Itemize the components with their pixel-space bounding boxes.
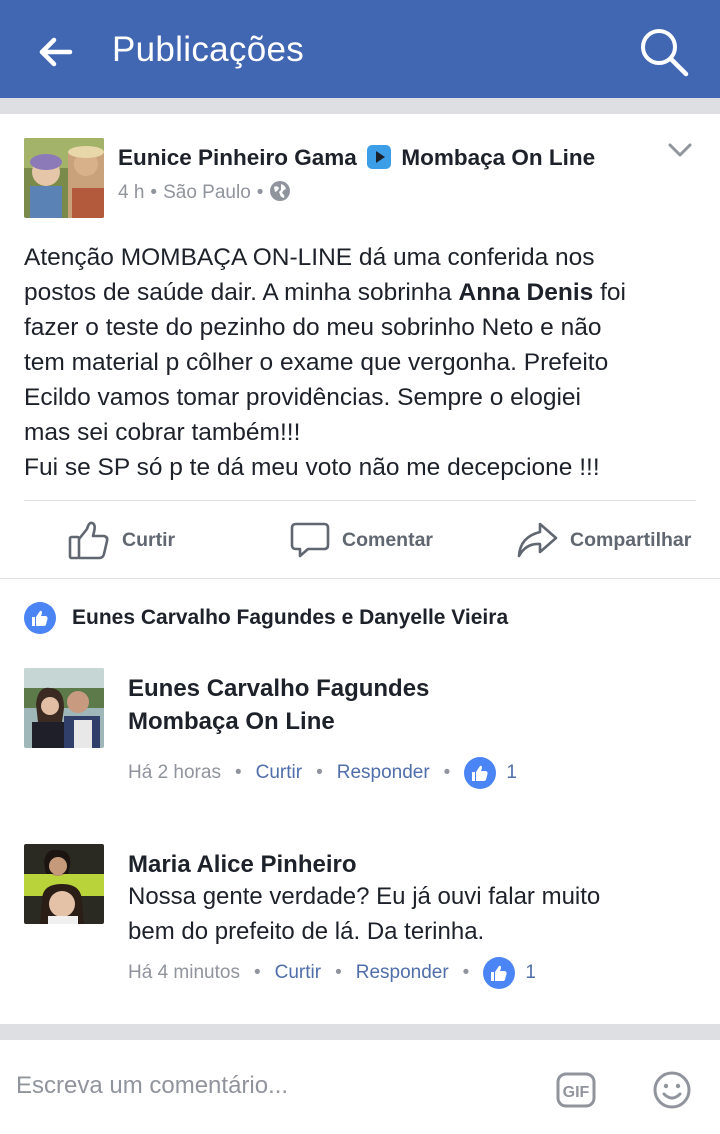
tagged-person[interactable]: Anna Denis xyxy=(459,279,594,306)
like-reaction-icon xyxy=(24,602,56,634)
post-line: Ecildo vamos tomar providências. Sempre … xyxy=(24,384,581,411)
commenter-avatar[interactable] xyxy=(24,844,104,924)
post-meta: 4 h • São Paulo • xyxy=(118,180,291,204)
comment-text: Nossa gente verdade? Eu já ouvi falar mu… xyxy=(128,883,601,910)
gif-icon[interactable]: GIF xyxy=(556,1070,596,1110)
page-title: Publicações xyxy=(112,30,305,69)
comment-meta: Há 2 horas • Curtir • Responder • 1 xyxy=(128,756,517,790)
share-label: Compartilhar xyxy=(570,528,692,551)
post-line: postos de saúde dair. A minha sobrinha A… xyxy=(24,279,626,306)
divider xyxy=(0,578,720,579)
like-button[interactable]: Curtir xyxy=(68,516,175,564)
comment-like-count[interactable]: 1 xyxy=(506,762,517,784)
comment-meta: Há 4 minutos • Curtir • Responder • 1 xyxy=(128,956,536,990)
comment-time: Há 2 horas xyxy=(128,762,221,783)
comment-author[interactable]: Eunes Carvalho Fagundes xyxy=(128,672,429,705)
comment-like-link[interactable]: Curtir xyxy=(275,962,321,984)
target-page-name[interactable]: Mombaça On Line xyxy=(401,145,595,170)
thumbs-up-icon xyxy=(68,521,109,560)
post-line: Atenção MOMBAÇA ON-LINE dá uma conferida… xyxy=(24,244,595,271)
top-app-bar: Publicações xyxy=(0,0,720,98)
emoji-smile-icon[interactable] xyxy=(652,1070,692,1110)
share-button[interactable]: Compartilhar xyxy=(516,516,691,564)
comment-input[interactable]: Escreva um comentário... xyxy=(16,1072,288,1100)
commenter-avatar[interactable] xyxy=(24,668,104,748)
post-line: Fui se SP só p te dá meu voto não me dec… xyxy=(24,454,600,481)
comment-label: Comentar xyxy=(342,528,434,551)
bottom-separator xyxy=(0,1024,720,1040)
comment-tagged-page[interactable]: Mombaça On Line xyxy=(128,704,335,739)
comment-time: Há 4 minutos xyxy=(128,962,240,983)
post-line: fazer o teste do pezinho do meu sobrinho… xyxy=(24,314,602,341)
comment-author[interactable]: Maria Alice Pinheiro xyxy=(128,848,357,881)
post-line: mas sei cobrar também!!! xyxy=(24,419,301,446)
comment-like-count[interactable]: 1 xyxy=(525,962,536,984)
like-reaction-icon[interactable] xyxy=(464,757,497,789)
post-location[interactable]: São Paulo xyxy=(163,182,251,203)
comment-like-link[interactable]: Curtir xyxy=(256,762,302,784)
search-icon[interactable] xyxy=(636,24,692,80)
post-body: Atenção MOMBAÇA ON-LINE dá uma conferida… xyxy=(24,240,704,485)
comment-reply-link[interactable]: Responder xyxy=(337,762,430,784)
post-time[interactable]: 4 h xyxy=(118,182,144,203)
reactions-summary[interactable]: Eunes Carvalho Fagundes e Danyelle Vieir… xyxy=(24,602,508,634)
share-arrow-icon xyxy=(517,522,558,558)
post-author[interactable]: Eunice Pinheiro Gama Mombaça On Line xyxy=(118,145,595,171)
comment-text: bem do prefeito de lá. Da terinha. xyxy=(128,918,485,945)
author-name[interactable]: Eunice Pinheiro Gama xyxy=(118,145,357,170)
comment-bubble-icon xyxy=(290,522,330,558)
globe-icon xyxy=(270,181,291,201)
comment-reply-link[interactable]: Responder xyxy=(356,962,449,984)
like-reaction-icon[interactable] xyxy=(483,957,516,989)
author-avatar[interactable] xyxy=(24,138,104,218)
like-label: Curtir xyxy=(122,528,176,551)
gif-label: GIF xyxy=(563,1084,590,1101)
likers-names[interactable]: Eunes Carvalho Fagundes e Danyelle Vieir… xyxy=(72,606,508,630)
comment-button[interactable]: Comentar xyxy=(290,516,433,564)
back-arrow-icon[interactable] xyxy=(36,32,76,72)
chevron-down-icon[interactable] xyxy=(666,138,694,162)
post-line: tem material p côlher o exame que vergon… xyxy=(24,349,609,376)
divider xyxy=(24,500,696,501)
arrow-right-icon xyxy=(367,145,392,169)
top-separator xyxy=(0,98,720,114)
